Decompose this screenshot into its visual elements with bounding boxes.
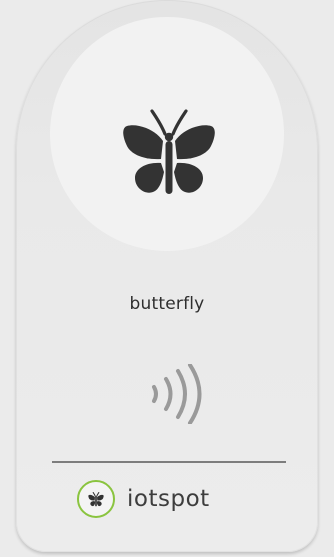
divider — [52, 461, 286, 463]
device-screen: butterfly iotspot — [0, 0, 334, 557]
butterfly-icon — [123, 109, 215, 194]
butterfly-icon — [88, 491, 104, 506]
brand-badge — [77, 480, 115, 518]
brand-logo: iotspot — [77, 479, 210, 519]
tag-label: butterfly — [129, 294, 205, 314]
nfc-signal-icon — [152, 364, 202, 424]
brand-name: iotspot — [127, 486, 210, 512]
